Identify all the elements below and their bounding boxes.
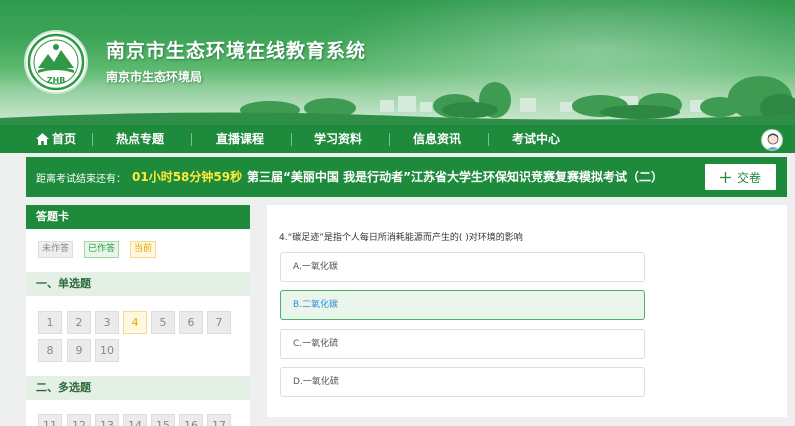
question-nav-button-current[interactable]: 4 [123,311,147,334]
question-nav-button[interactable]: 16 [179,414,203,426]
question-nav-button[interactable]: 9 [67,339,91,362]
site-logo[interactable]: ZHB [24,30,88,94]
question-panel: 4.“碳足迹”是指个人每日所消耗能源而产生的( )对环境的影响 A.一氧化碳 B… [267,205,787,417]
home-icon [36,133,49,145]
answer-option-c[interactable]: C.一氧化硫 [280,329,645,359]
nav-item-home[interactable]: 首页 [36,125,76,153]
nav-item-exam-center[interactable]: 考试中心 [512,125,560,153]
nav-divider [191,133,192,146]
nav-item-news[interactable]: 信息资讯 [413,125,461,153]
main-nav: 首页 热点专题 直播课程 学习资料 信息资讯 考试中心 [0,125,795,153]
question-nav-button[interactable]: 15 [151,414,175,426]
logo-text: ZHB [46,76,66,85]
question-nav-button[interactable]: 6 [179,311,203,334]
exam-info-bar: 距离考试结束还有： 01小时58分钟59秒 第三届“美丽中国 我是行动者”江苏省… [26,157,787,197]
submit-label: 交卷 [736,170,761,185]
legend-unanswered: 未作答 [38,241,74,258]
question-nav-button[interactable]: 5 [151,311,175,334]
question-nav-button[interactable]: 12 [67,414,91,426]
section-single-choice: 一、单选题 [26,272,250,296]
question-nav-button[interactable]: 2 [67,311,91,334]
answer-card: 答题卡 未作答 已作答 当前 一、单选题 1 2 3 4 5 6 7 8 9 1… [26,205,250,426]
nav-item-hot-topics[interactable]: 热点专题 [116,125,164,153]
user-avatar[interactable] [761,129,783,151]
question-nav-button[interactable]: 3 [95,311,119,334]
submit-exam-button[interactable]: 交卷 [704,163,777,191]
nav-label: 首页 [52,132,77,146]
plus-icon [719,171,731,183]
countdown-label: 距离考试结束还有： [36,174,126,185]
answer-option-a[interactable]: A.一氧化碳 [280,252,645,282]
question-text: 4.“碳足迹”是指个人每日所消耗能源而产生的( )对环境的影响 [279,233,523,243]
exam-title: 第三届“美丽中国 我是行动者”江苏省大学生环保知识竞赛复赛模拟考试（二） [247,170,663,184]
nav-divider [389,133,390,146]
question-nav-button[interactable]: 11 [38,414,62,426]
nav-item-live-courses[interactable]: 直播课程 [216,125,264,153]
section-multiple-choice: 二、多选题 [26,376,250,400]
question-nav-button[interactable]: 8 [38,339,62,362]
question-nav-button[interactable]: 1 [38,311,62,334]
legend-current: 当前 [130,241,157,258]
nav-divider [92,133,93,146]
legend-answered: 已作答 [84,241,120,258]
site-title: 南京市生态环境在线教育系统 [106,40,367,62]
answer-card-title: 答题卡 [26,205,250,229]
question-nav-button[interactable]: 10 [95,339,119,362]
countdown-timer: 01小时58分钟59秒 [132,170,243,184]
question-nav-button[interactable]: 14 [123,414,147,426]
answer-option-b-selected[interactable]: B.二氧化碳 [280,290,645,320]
nav-item-study-materials[interactable]: 学习资料 [314,125,362,153]
nav-divider [291,133,292,146]
question-nav-button[interactable]: 13 [95,414,119,426]
question-nav-button[interactable]: 7 [207,311,231,334]
site-subtitle: 南京市生态环境局 [106,70,203,84]
question-nav-button[interactable]: 17 [207,414,231,426]
answer-option-d[interactable]: D.一氧化硫 [280,367,645,397]
header-banner: ZHB 南京市生态环境在线教育系统 南京市生态环境局 [0,0,795,125]
nav-divider [488,133,489,146]
